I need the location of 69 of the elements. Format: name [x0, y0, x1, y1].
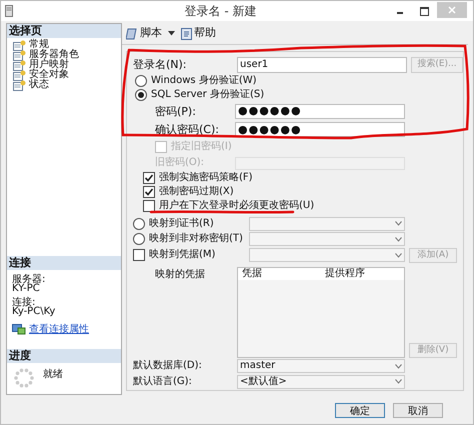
chevron-icon — [395, 252, 402, 258]
auth-option-label[interactable]: Windows 身份验证(W) — [151, 76, 257, 86]
combo-value: <默认值> — [240, 376, 287, 387]
checkbox[interactable] — [133, 249, 145, 262]
script-button[interactable]: 脚本 — [126, 25, 162, 42]
checkbox[interactable] — [143, 186, 155, 198]
server-value: KY-PC — [12, 284, 40, 293]
default-language-label: 默认语言(G): — [133, 376, 193, 387]
login-name-label: 登录名(N): — [133, 59, 188, 70]
policy-option-label[interactable]: 强制密码过期(X) — [159, 186, 234, 197]
password-field[interactable]: ●●●●●● — [235, 104, 405, 119]
default-language-combo[interactable]: <默认值> — [237, 374, 405, 389]
progress-spinner-icon — [13, 367, 35, 389]
page-icon — [13, 50, 26, 60]
page-icon — [13, 80, 26, 90]
window-icon — [5, 5, 13, 17]
default-database-label: 默认数据库(D): — [133, 361, 203, 372]
page-list-item[interactable]: 安全对象 — [13, 70, 121, 80]
page-list-item[interactable]: 状态 — [13, 80, 121, 90]
connection-properties-link[interactable]: 查看连接属性 — [29, 325, 89, 334]
mapping-option-label[interactable]: 映射到非对称密钥(T) — [149, 234, 243, 244]
page-list-item[interactable]: 常规 — [13, 40, 121, 50]
maximize-icon[interactable] — [420, 6, 429, 16]
page-icon — [13, 70, 26, 80]
page-icon — [13, 60, 26, 70]
dialog-button[interactable]: 取消 — [393, 402, 443, 418]
chevron-icon — [395, 364, 402, 369]
checkbox[interactable] — [143, 172, 155, 184]
section-header: 连接 — [7, 256, 121, 270]
dropdown-arrow-icon[interactable] — [168, 31, 175, 36]
script-icon — [126, 28, 138, 40]
policy-option-label[interactable]: 用户在下次登录时必须更改密码(U) — [159, 200, 314, 211]
login-name-field[interactable]: user1 — [237, 56, 407, 73]
server-label: 服务器: — [12, 275, 46, 284]
mapping-option-label[interactable]: 映射到凭据(M) — [149, 250, 216, 260]
chevron-icon — [395, 221, 402, 226]
chevron-icon — [395, 236, 402, 242]
mapping-option-label[interactable]: 映射到证书(R) — [149, 218, 214, 229]
confirm-password-label: 确认密码(C): — [154, 124, 220, 136]
progress-status: 就绪 — [43, 368, 63, 382]
default-database-combo[interactable]: master — [237, 359, 405, 374]
confirm-password-field[interactable]: ●●●●●● — [235, 122, 405, 138]
radio-button[interactable] — [135, 88, 147, 101]
help-icon — [181, 28, 192, 40]
connection-value: Ky-PC\Ky — [12, 307, 56, 316]
close-icon — [448, 6, 456, 14]
page-icon — [13, 40, 26, 50]
radio-button[interactable] — [135, 74, 147, 87]
chevron-icon — [395, 379, 402, 384]
page-list-item[interactable]: 用户映射 — [13, 60, 121, 70]
combo-value: master — [240, 361, 276, 372]
dialog-button[interactable]: 确定 — [335, 402, 385, 418]
column-header[interactable]: 提供程序 — [321, 269, 404, 280]
properties-icon — [12, 324, 26, 335]
radio-button[interactable] — [133, 233, 145, 246]
mapped-credentials-label: 映射的凭据 — [154, 268, 206, 282]
radio-button[interactable] — [133, 218, 145, 230]
connection-label: 连接: — [12, 298, 36, 307]
auth-option-label[interactable]: SQL Server 身份验证(S) — [151, 90, 264, 100]
help-button[interactable]: 帮助 — [181, 25, 216, 42]
password-label: 密码(P): — [154, 106, 197, 117]
window-title: 登录名 - 新建 — [184, 3, 258, 20]
policy-option-label[interactable]: 强制实施密码策略(F) — [159, 172, 253, 183]
checkbox[interactable] — [143, 200, 155, 212]
old-password-label: 旧密码(O): — [154, 158, 206, 168]
page-list-item[interactable]: 服务器角色 — [13, 50, 121, 60]
section-header: 进度 — [7, 349, 121, 363]
column-header[interactable]: 凭据 — [238, 269, 321, 280]
section-header: 选择页 — [7, 24, 121, 38]
